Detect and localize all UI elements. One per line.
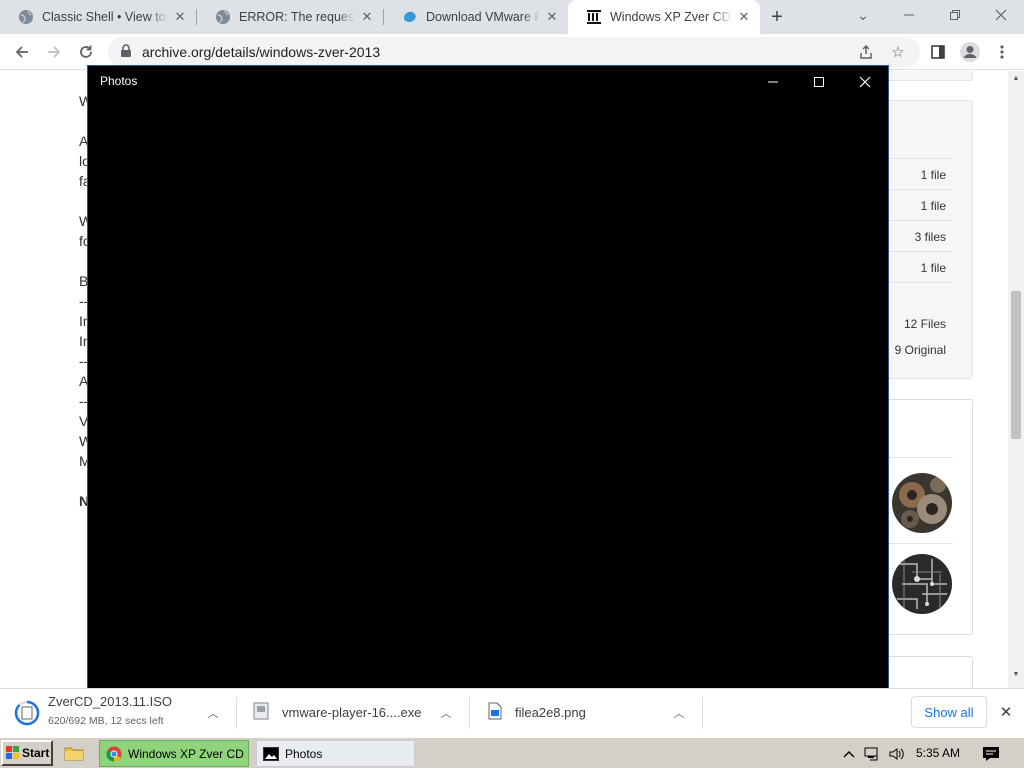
restore-icon[interactable] [932,0,978,30]
photos-window[interactable]: Photos [87,65,889,698]
user-avatar-circuit[interactable] [892,554,952,614]
address-bar[interactable]: archive.org/details/windows-zver-2013 ☆ [108,37,920,67]
original-files-link[interactable]: 9 Original [895,343,946,357]
tab-close-icon[interactable]: ✕ [544,9,560,25]
tab-title: Classic Shell • View topic [42,10,168,24]
tab-close-icon[interactable]: ✕ [359,9,375,25]
url-text: archive.org/details/windows-zver-2013 [142,44,381,60]
back-button[interactable] [8,38,36,66]
photos-close-icon[interactable] [842,66,888,97]
download-filename: ZverCD_2013.11.ISO [48,694,173,709]
tray-chevron-up-icon[interactable] [842,738,856,769]
profile-avatar-icon[interactable] [956,38,984,66]
chrome-icon [106,746,122,762]
archive-org-icon [586,9,602,25]
total-files-link[interactable]: 12 Files [904,317,946,331]
scroll-up-icon[interactable]: ▲ [1008,71,1024,85]
start-button[interactable]: Start [1,740,53,766]
tab-strip: Classic Shell • View topic ✕ ERROR: The … [0,0,1024,34]
divider [881,457,953,458]
taskbar-button-label: Photos [285,746,323,761]
globe-icon [18,9,34,25]
tab-title: ERROR: The requested URL [239,10,355,24]
download-item-iso[interactable]: ZverCD_2013.11.ISO 620/692 MB, 12 secs l… [0,689,236,737]
photos-minimize-icon[interactable] [750,66,796,97]
divider [881,189,953,190]
divider [881,158,953,159]
download-filename: filea2e8.png [515,705,586,720]
download-status: 620/692 MB, 12 secs left [48,715,164,727]
file-count[interactable]: 3 files [915,230,946,244]
download-progress-icon [14,700,40,729]
installer-file-icon [253,702,269,723]
share-icon[interactable] [856,42,876,62]
close-download-bar-icon[interactable]: ✕ [996,702,1016,722]
photos-app-icon [263,746,279,761]
taskbar-clock[interactable]: 5:35 AM [916,746,960,760]
taskbar: Start Windows XP Zver CD ... Photos 5:35… [0,737,1024,768]
file-count[interactable]: 1 file [921,168,946,182]
show-all-downloads-button[interactable]: Show all [911,696,987,728]
globe-icon [215,9,231,25]
divider [881,251,953,252]
sidebar-top-box [880,71,973,81]
taskbar-chrome-button[interactable]: Windows XP Zver CD ... [99,740,249,767]
network-icon[interactable] [864,738,882,769]
photos-window-title: Photos [100,74,138,88]
bookmark-star-icon[interactable]: ☆ [888,42,908,62]
file-count[interactable]: 1 file [921,199,946,213]
taskbar-photos-button[interactable]: Photos [256,740,415,767]
taskbar-button-label: Windows XP Zver CD ... [128,746,249,761]
forward-button[interactable] [40,38,68,66]
close-window-icon[interactable] [978,0,1024,30]
user-avatar-gears[interactable] [892,473,952,533]
reviews-box [880,399,973,635]
minimize-icon[interactable] [886,0,932,30]
tab-vmware[interactable]: Download VMware Player ✕ [384,0,568,34]
tab-title: Download VMware Player [426,10,540,24]
tab-close-icon[interactable]: ✕ [736,9,752,25]
volume-icon[interactable] [888,738,906,769]
divider [881,220,953,221]
download-bar: ZverCD_2013.11.ISO 620/692 MB, 12 secs l… [0,688,1024,737]
vmware-icon [402,9,418,25]
files-summary-box: 1 file 1 file 3 files 1 file 12 Files 9 … [880,100,973,379]
explorer-folder-icon[interactable] [64,744,84,762]
tab-classic-shell[interactable]: Classic Shell • View topic ✕ [0,0,196,34]
image-file-icon [488,702,502,723]
scroll-down-icon[interactable]: ▼ [1008,667,1024,681]
reload-button[interactable] [72,38,100,66]
divider [881,282,953,283]
download-filename: vmware-player-16....exe [282,705,422,720]
tab-search-chevron-icon[interactable]: ⌄ [840,0,886,30]
new-tab-button[interactable]: + [766,6,788,28]
divider [881,543,953,544]
tab-windows-xp-zver[interactable]: Windows XP Zver CD 2013 ✕ [568,0,760,34]
lock-icon[interactable] [120,44,132,61]
download-item-png[interactable]: filea2e8.png ︿ [470,689,702,737]
file-count[interactable]: 1 file [921,261,946,275]
chevron-up-icon[interactable]: ︿ [206,706,220,720]
download-item-vmware[interactable]: vmware-player-16....exe ︿ [237,689,469,737]
tab-error[interactable]: ERROR: The requested URL ✕ [197,0,383,34]
side-panel-icon[interactable] [924,38,952,66]
chevron-up-icon[interactable]: ︿ [672,706,686,720]
photos-maximize-icon[interactable] [796,66,842,97]
windows-flag-icon [6,746,19,759]
sidebar-bottom-box [880,656,973,688]
tab-close-icon[interactable]: ✕ [172,9,188,25]
notifications-icon[interactable] [982,738,1000,769]
tab-title: Windows XP Zver CD 2013 [610,10,732,24]
scrollbar-thumb[interactable] [1011,291,1021,439]
menu-kebab-icon[interactable] [988,38,1016,66]
divider [702,697,703,729]
start-label: Start [22,746,50,760]
chevron-up-icon[interactable]: ︿ [439,706,453,720]
